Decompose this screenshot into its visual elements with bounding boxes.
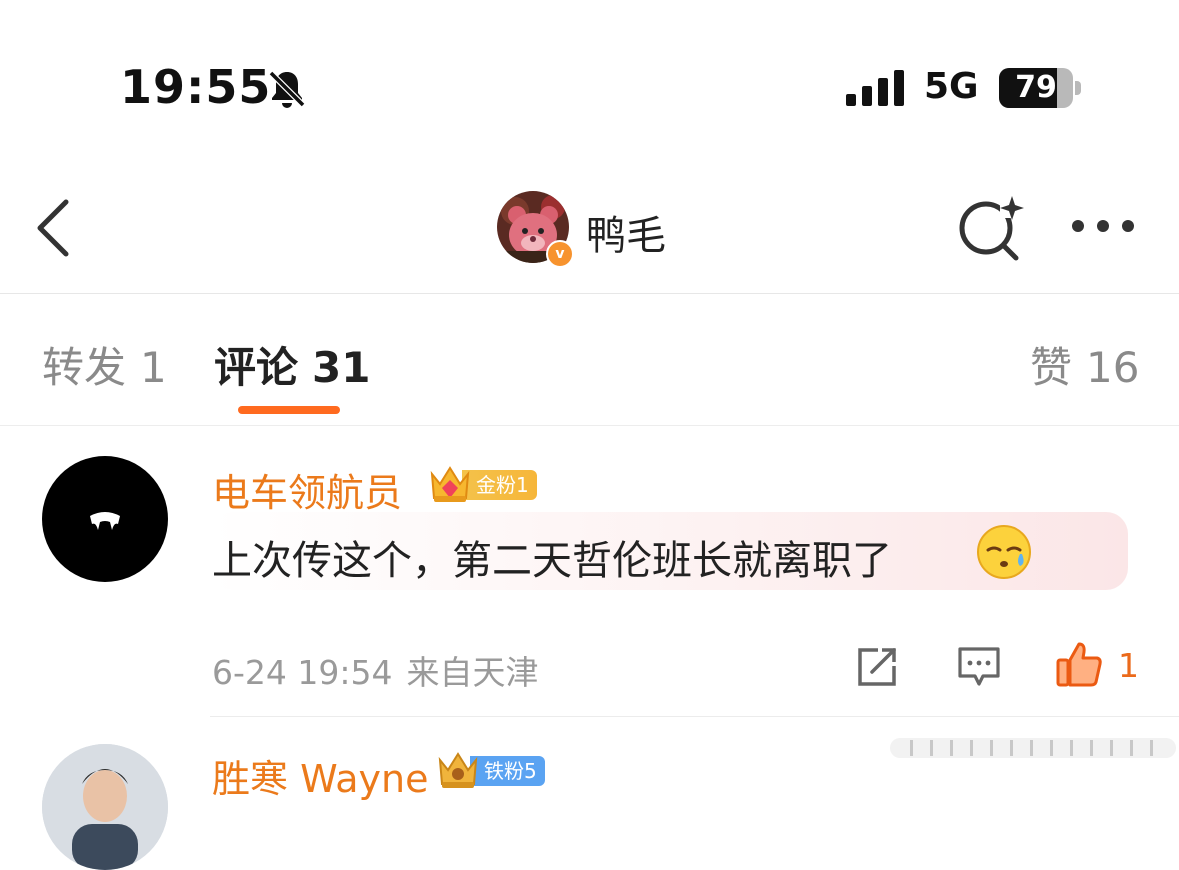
home-indicator-handle[interactable] (890, 730, 1176, 766)
ai-search-icon[interactable] (956, 194, 1024, 262)
tab-repost[interactable]: 转发 1 (42, 334, 167, 395)
avatar[interactable] (42, 744, 168, 870)
tab-label: 评论 (214, 343, 299, 392)
fan-badge-label: 金粉1 (462, 470, 537, 500)
battery-percent: 79 (1015, 70, 1057, 105)
header-divider (0, 293, 1179, 294)
cellular-signal-icon (846, 70, 904, 106)
tab-like[interactable]: 赞 16 (1030, 334, 1139, 395)
page-title[interactable]: 鸭毛 (586, 203, 666, 261)
tab-label: 赞 (1030, 343, 1073, 392)
more-dots-icon[interactable] (1068, 212, 1138, 240)
tab-count: 16 (1086, 343, 1140, 392)
bell-muted-icon (268, 70, 306, 108)
comment-text: 上次传这个，第二天哲伦班长就离职了 (212, 538, 892, 584)
fan-badge-label: 铁粉5 (470, 756, 545, 786)
tab-count: 1 (140, 343, 167, 392)
verified-badge-icon: v (546, 240, 574, 268)
avatar[interactable] (42, 456, 168, 582)
back-chevron-icon[interactable] (34, 198, 74, 258)
active-tab-indicator (238, 406, 340, 414)
like-count: 1 (1118, 646, 1139, 685)
comment-icon[interactable] (957, 646, 1001, 688)
status-time: 19:55 (120, 60, 272, 114)
tab-count: 31 (312, 343, 371, 392)
comment-date: 6-24 19:54 (212, 653, 393, 692)
sweat-emoji-icon (977, 525, 1031, 579)
tabs-divider (0, 425, 1179, 426)
crown-icon (430, 466, 470, 502)
share-icon[interactable] (856, 646, 898, 688)
comment-divider (210, 716, 1179, 717)
fan-badge[interactable]: 金粉1 (428, 464, 540, 504)
fan-badge[interactable]: 铁粉5 (436, 750, 566, 790)
tab-comment[interactable]: 评论 31 (214, 334, 370, 395)
tab-label: 转发 (42, 343, 127, 392)
like-icon[interactable] (1055, 640, 1103, 688)
battery-indicator: 79 (999, 68, 1083, 108)
network-type: 5G (924, 66, 979, 107)
crown-icon (438, 752, 478, 788)
comment-username[interactable]: 电车领航员 (212, 462, 402, 517)
comment-location: 来自天津 (406, 653, 539, 692)
comment-meta: 6-24 19:54 来自天津 (212, 646, 539, 694)
